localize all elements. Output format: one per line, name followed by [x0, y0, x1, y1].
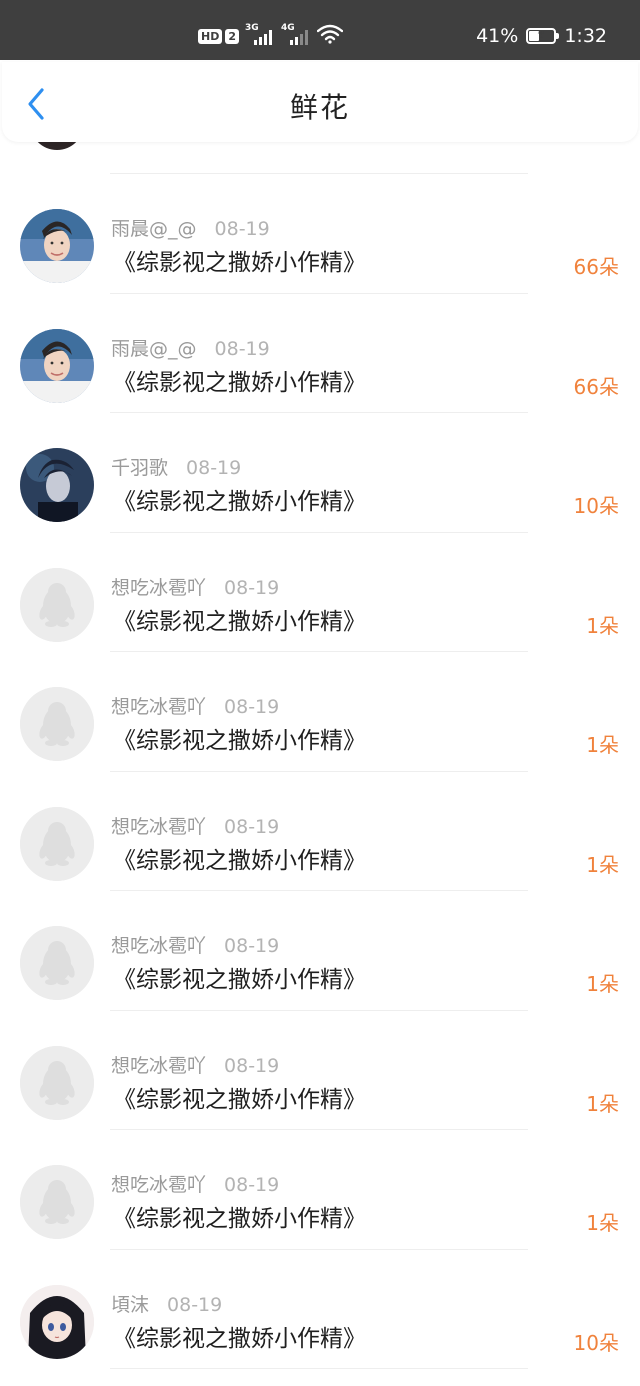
battery-icon: ❦: [526, 28, 560, 44]
avatar[interactable]: [20, 687, 94, 761]
battery-percent: 41%: [476, 25, 519, 47]
item-meta: 雨晨@_@ 08-19: [111, 214, 270, 241]
username[interactable]: 雨晨@_@: [111, 334, 197, 361]
item-meta: 想吃冰雹吖 08-19: [111, 573, 279, 600]
flower-count: 1朵: [586, 733, 619, 757]
item-meta: 千羽歌 08-19: [111, 453, 241, 480]
date-label: 08-19: [186, 457, 242, 479]
date-label: 08-19: [224, 696, 280, 718]
date-label: 08-19: [214, 338, 270, 360]
item-meta: 想吃冰雹吖 08-19: [111, 931, 279, 958]
list-item[interactable]: 千羽歌 08-19 《综影视之撒娇小作精》 10朵: [0, 412, 640, 531]
flower-count: 1朵: [586, 1211, 619, 1235]
wifi-icon: [316, 24, 344, 48]
avatar[interactable]: [20, 448, 94, 522]
list-item[interactable]: 想吃冰雹吖 08-19 《综影视之撒娇小作精》 1朵: [0, 1010, 640, 1129]
book-title: 《综影视之撒娇小作精》: [113, 489, 366, 515]
hd-badge: HD: [198, 28, 223, 44]
date-label: 08-19: [214, 218, 270, 240]
date-label: 08-19: [224, 577, 280, 599]
flower-count: 1朵: [586, 972, 619, 996]
book-title: 《综影视之撒娇小作精》: [113, 1087, 366, 1113]
sim-badge: 2: [225, 28, 239, 44]
status-icons: HD 2 3G 4G: [198, 22, 344, 50]
signal-3g-icon: 3G: [245, 23, 275, 47]
signal-4g-icon: 4G: [281, 23, 311, 47]
list-item[interactable]: 頃沫 08-19 《综影视之撒娇小作精》 10朵: [0, 1249, 640, 1368]
date-label: 08-19: [224, 1055, 280, 1077]
list-item[interactable]: 想吃冰雹吖 08-19 《综影视之撒娇小作精》 1朵: [0, 651, 640, 770]
date-label: 08-19: [224, 1174, 280, 1196]
book-title: 《综影视之撒娇小作精》: [113, 1326, 366, 1352]
list-item[interactable]: 想吃冰雹吖 08-19 《综影视之撒娇小作精》 1朵: [0, 1129, 640, 1248]
item-meta: 想吃冰雹吖 08-19: [111, 1051, 279, 1078]
book-title: 《综影视之撒娇小作精》: [113, 370, 366, 396]
avatar[interactable]: [20, 568, 94, 642]
flower-count: 66朵: [573, 255, 619, 279]
status-right: 41% ❦ 1:32: [476, 22, 607, 50]
list-item[interactable]: 雨晨@_@ 08-19 《综影视之撒娇小作精》 66朵: [0, 293, 640, 412]
date-label: 08-19: [224, 816, 280, 838]
list-item[interactable]: 雨晨@_@ 08-19 《综影视之撒娇小作精》 66朵: [0, 173, 640, 292]
nav-header: 鲜花: [2, 62, 638, 142]
username[interactable]: 想吃冰雹吖: [111, 1051, 206, 1078]
list-item[interactable]: 想吃冰雹吖 08-19 《综影视之撒娇小作精》 1朵: [0, 532, 640, 651]
row-divider: [110, 1368, 528, 1369]
avatar[interactable]: [20, 926, 94, 1000]
page-title: 鲜花: [289, 91, 350, 124]
item-meta: 想吃冰雹吖 08-19: [111, 1170, 279, 1197]
avatar[interactable]: [20, 1046, 94, 1120]
username[interactable]: 頃沫: [111, 1290, 149, 1317]
avatar[interactable]: [20, 1285, 94, 1359]
username[interactable]: 想吃冰雹吖: [111, 692, 206, 719]
avatar[interactable]: [20, 209, 94, 283]
clock: 1:32: [564, 25, 607, 47]
flower-count: 66朵: [573, 375, 619, 399]
avatar[interactable]: [20, 807, 94, 881]
username[interactable]: 想吃冰雹吖: [111, 812, 206, 839]
username[interactable]: 千羽歌: [111, 453, 168, 480]
item-meta: 頃沫 08-19: [111, 1290, 222, 1317]
avatar[interactable]: [20, 329, 94, 403]
flower-count: 10朵: [573, 1331, 619, 1355]
book-title: 《综影视之撒娇小作精》: [113, 609, 366, 635]
username[interactable]: 雨晨@_@: [111, 214, 197, 241]
date-label: 08-19: [224, 935, 280, 957]
avatar[interactable]: [20, 1165, 94, 1239]
flower-count: 1朵: [586, 853, 619, 877]
item-meta: 想吃冰雹吖 08-19: [111, 692, 279, 719]
list-item[interactable]: 想吃冰雹吖 08-19 《综影视之撒娇小作精》 1朵: [0, 771, 640, 890]
username[interactable]: 想吃冰雹吖: [111, 931, 206, 958]
date-label: 08-19: [167, 1294, 223, 1316]
item-meta: 想吃冰雹吖 08-19: [111, 812, 279, 839]
flower-count: 1朵: [586, 1092, 619, 1116]
book-title: 《综影视之撒娇小作精》: [113, 848, 366, 874]
book-title: 《综影视之撒娇小作精》: [113, 1206, 366, 1232]
list-item[interactable]: 想吃冰雹吖 08-19 《综影视之撒娇小作精》 1朵: [0, 890, 640, 1009]
username[interactable]: 想吃冰雹吖: [111, 573, 206, 600]
username[interactable]: 想吃冰雹吖: [111, 1170, 206, 1197]
flower-count: 1朵: [586, 614, 619, 638]
flower-count: 10朵: [573, 494, 619, 518]
status-bar: HD 2 3G 4G 41% ❦ 1:32: [0, 0, 640, 60]
book-title: 《综影视之撒娇小作精》: [113, 728, 366, 754]
item-meta: 雨晨@_@ 08-19: [111, 334, 270, 361]
book-title: 《综影视之撒娇小作精》: [113, 250, 366, 276]
book-title: 《综影视之撒娇小作精》: [113, 967, 366, 993]
